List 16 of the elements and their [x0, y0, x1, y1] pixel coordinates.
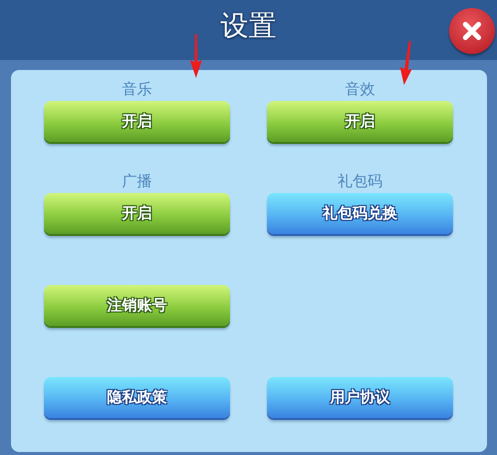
arrow-icon — [399, 41, 413, 85]
window-title: 设置 — [220, 8, 276, 44]
setting-button[interactable]: 用户协议 — [267, 377, 453, 418]
setting-label: 广播 — [122, 173, 152, 190]
arrow-icon — [189, 34, 203, 78]
close-icon — [461, 20, 483, 42]
setting-label: 音乐 — [122, 81, 152, 98]
setting-label: 音效 — [345, 81, 375, 98]
setting-button[interactable]: 开启 — [44, 101, 230, 142]
setting-button[interactable]: 隐私政策 — [44, 377, 230, 418]
close-button[interactable] — [449, 8, 495, 54]
setting-label: 礼包码 — [338, 173, 382, 190]
setting-button[interactable]: 礼包码兑换 — [267, 193, 453, 234]
setting-button[interactable]: 开启 — [44, 193, 230, 234]
setting-button[interactable]: 注销账号 — [44, 285, 230, 326]
setting-button[interactable]: 开启 — [267, 101, 453, 142]
